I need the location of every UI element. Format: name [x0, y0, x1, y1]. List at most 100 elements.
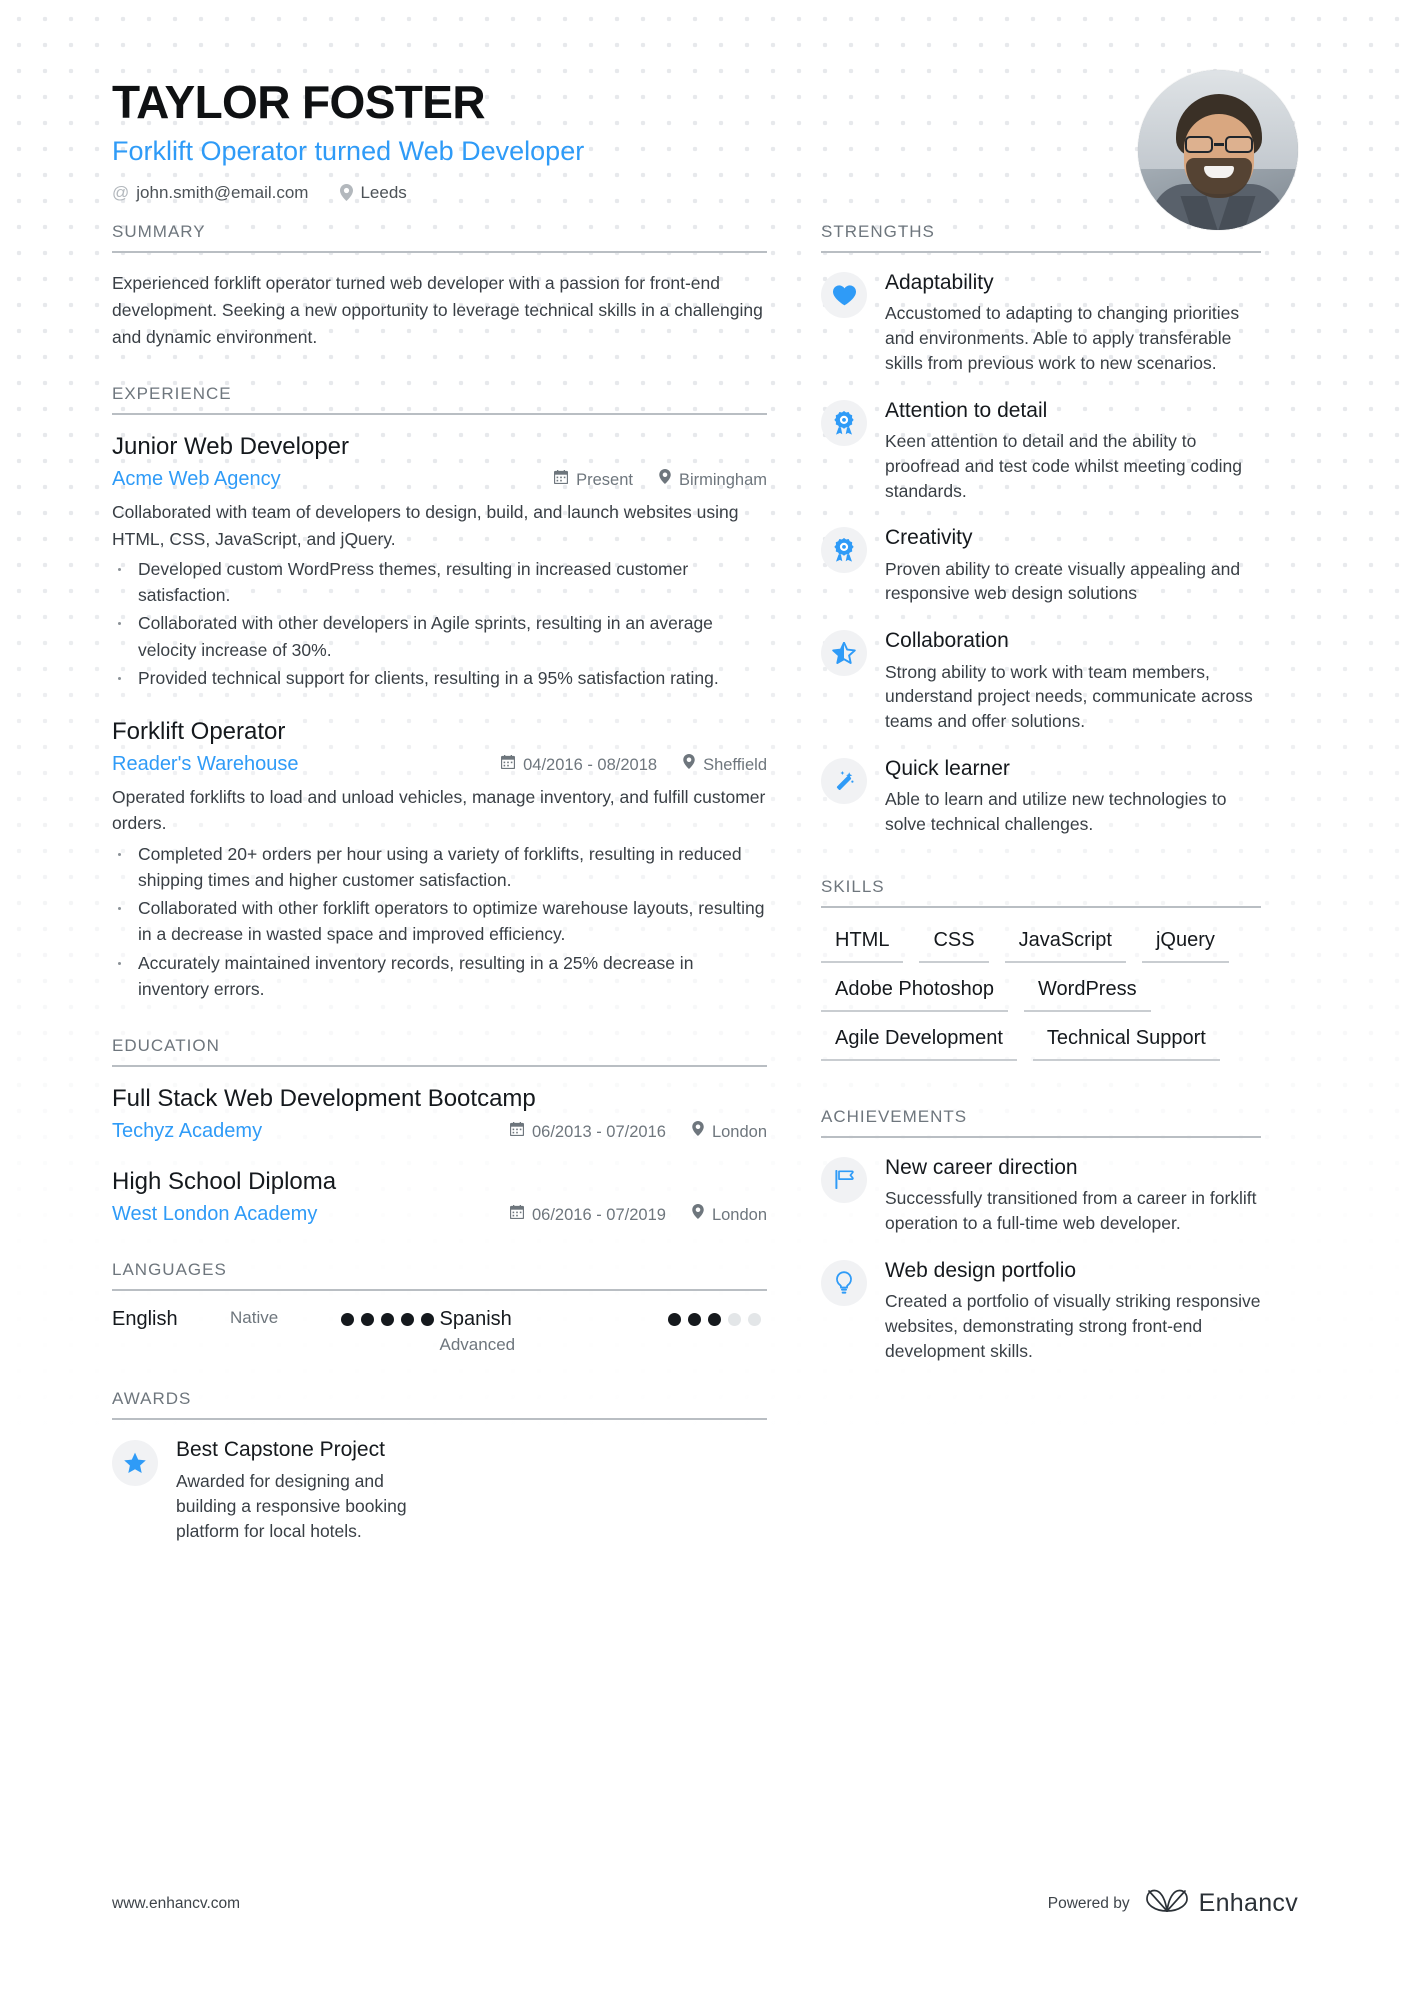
language-item: English Native — [112, 1307, 440, 1355]
education-date: 06/2013 - 07/2016 — [509, 1122, 666, 1142]
education-school[interactable]: Techyz Academy — [112, 1120, 510, 1143]
contact-info: @ john.smith@email.com Leeds — [112, 183, 1298, 203]
education-date-text: 06/2013 - 07/2016 — [531, 1123, 666, 1142]
section-languages: LANGUAGES English Native Spanish Advance… — [112, 1260, 767, 1355]
language-name: English — [112, 1308, 178, 1331]
achievement-title: Web design portfolio — [885, 1258, 1077, 1282]
summary-text: Experienced forklift operator turned web… — [112, 273, 763, 347]
strength-item: Attention to detail Keen attention to de… — [821, 398, 1261, 504]
experience-bullets: Developed custom WordPress themes, resul… — [112, 556, 767, 691]
section-title-awards: AWARDS — [112, 1389, 192, 1409]
achievement-item: New career direction Successfully transi… — [821, 1155, 1261, 1236]
lightbulb-icon — [821, 1259, 867, 1306]
language-level: Native — [230, 1308, 279, 1328]
section-education: EDUCATION Full Stack Web Development Boo… — [112, 1036, 767, 1226]
candidate-role: Forklift Operator turned Web Developer — [112, 135, 585, 166]
strength-body: Creativity Proven ability to create visu… — [885, 525, 1261, 606]
experience-bullet: Accurately maintained inventory records,… — [112, 950, 767, 1003]
skill-tag: WordPress — [1024, 975, 1151, 1012]
language-level-wrap: Native — [230, 1307, 440, 1328]
skill-tag: HTML — [821, 926, 904, 963]
contact-email[interactable]: @ john.smith@email.com — [112, 183, 308, 203]
experience-role: Forklift Operator — [112, 718, 286, 746]
skill-tag: Technical Support — [1032, 1024, 1220, 1061]
education-degree: Full Stack Web Development Bootcamp — [112, 1085, 536, 1113]
strength-title: Quick learner — [885, 757, 1010, 781]
education-location: London — [692, 1121, 767, 1142]
summary-body: Experienced forklift operator turned web… — [112, 270, 767, 350]
education-body: Full Stack Web Development Bootcamp Tech… — [112, 1084, 767, 1226]
rating-dot — [748, 1313, 761, 1327]
skill-tag: Adobe Photoshop — [821, 975, 1009, 1012]
education-school[interactable]: West London Academy — [112, 1203, 510, 1226]
footer-url[interactable]: www.enhancv.com — [112, 1895, 240, 1913]
skill-tag: JavaScript — [1004, 926, 1126, 963]
strength-body: Quick learner Able to learn and utilize … — [885, 756, 1261, 837]
left-column: SUMMARY Experienced forklift operator tu… — [112, 222, 767, 1544]
medal-icon — [821, 527, 867, 574]
magic-wand-icon — [821, 758, 867, 805]
star-icon — [112, 1440, 158, 1487]
achievements-body: New career direction Successfully transi… — [821, 1155, 1261, 1364]
strength-title: Creativity — [885, 526, 973, 550]
language-rating-dots — [340, 1307, 440, 1327]
achievement-body: New career direction Successfully transi… — [885, 1155, 1261, 1236]
experience-meta: Acme Web Agency Present Birmingham — [112, 468, 767, 491]
strengths-body: Adaptability Accustomed to adapting to c… — [821, 270, 1261, 837]
experience-meta-bits: Present Birmingham — [553, 469, 767, 490]
experience-location: Birmingham — [659, 469, 767, 490]
section-title-experience: EXPERIENCE — [112, 384, 232, 404]
experience-company[interactable]: Acme Web Agency — [112, 468, 554, 491]
strength-body: Collaboration Strong ability to work wit… — [885, 628, 1261, 734]
strength-description: Strong ability to work with team members… — [885, 661, 1253, 732]
strength-item: Creativity Proven ability to create visu… — [821, 525, 1261, 606]
avatar — [1138, 70, 1298, 230]
achievement-item: Web design portfolio Created a portfolio… — [821, 1258, 1261, 1364]
rating-dot — [668, 1313, 681, 1327]
strength-body: Attention to detail Keen attention to de… — [885, 398, 1261, 504]
section-skills: SKILLS HTML CSS JavaScript jQuery Adobe … — [821, 877, 1261, 1061]
strength-description: Accustomed to adapting to changing prior… — [885, 303, 1240, 373]
experience-bullet: Developed custom WordPress themes, resul… — [112, 556, 767, 609]
section-title-achievements: ACHIEVEMENTS — [821, 1106, 968, 1126]
experience-bullets: Completed 20+ orders per hour using a va… — [112, 841, 767, 1003]
strength-item: Adaptability Accustomed to adapting to c… — [821, 270, 1261, 376]
education-date: 06/2016 - 07/2019 — [509, 1205, 666, 1225]
experience-description: Operated forklifts to load and unload ve… — [112, 787, 766, 834]
experience-entry: Junior Web Developer Acme Web Agency Pre… — [112, 432, 767, 691]
experience-meta: Reader's Warehouse 04/2016 - 08/2018 She… — [112, 753, 767, 776]
languages-body: English Native Spanish Advanced — [112, 1307, 767, 1355]
education-degree: High School Diploma — [112, 1168, 337, 1196]
education-location-text: London — [711, 1123, 767, 1142]
calendar-icon — [509, 1122, 525, 1140]
education-entry: High School Diploma West London Academy … — [112, 1167, 767, 1226]
language-level-wrap — [590, 1307, 768, 1327]
powered-by-label: Powered by — [1047, 1894, 1130, 1912]
section-rule — [112, 251, 767, 253]
section-title-languages: LANGUAGES — [112, 1260, 227, 1280]
experience-bullet: Completed 20+ orders per hour using a va… — [112, 841, 767, 894]
location-pin-icon — [683, 754, 695, 773]
rating-dot — [380, 1313, 394, 1327]
section-rule — [112, 1065, 767, 1068]
heart-icon — [821, 272, 867, 318]
section-rule — [112, 1289, 767, 1292]
enhancv-brand[interactable]: Enhancv — [1145, 1888, 1298, 1919]
experience-date-text: Present — [576, 471, 633, 490]
calendar-icon — [509, 1205, 525, 1223]
calendar-icon — [553, 470, 569, 488]
avatar-smile — [1204, 166, 1234, 178]
award-description: Awarded for designing and building a res… — [176, 1471, 407, 1541]
resume-content: TAYLOR FOSTER Forklift Operator turned W… — [0, 0, 1410, 1544]
section-summary: SUMMARY Experienced forklift operator tu… — [112, 222, 767, 350]
experience-date-text: 04/2016 - 08/2018 — [523, 756, 658, 775]
experience-entry: Forklift Operator Reader's Warehouse 04/… — [112, 717, 767, 1002]
achievement-title: New career direction — [885, 1155, 1078, 1179]
contact-location: Leeds — [340, 183, 407, 203]
strength-description: Proven ability to create visually appeal… — [885, 558, 1241, 604]
section-title-education: EDUCATION — [112, 1036, 220, 1056]
candidate-name: TAYLOR FOSTER — [112, 76, 486, 128]
enhancv-brand-name: Enhancv — [1198, 1889, 1298, 1917]
experience-bullet: Collaborated with other forklift operato… — [112, 895, 767, 948]
experience-company[interactable]: Reader's Warehouse — [112, 753, 501, 776]
